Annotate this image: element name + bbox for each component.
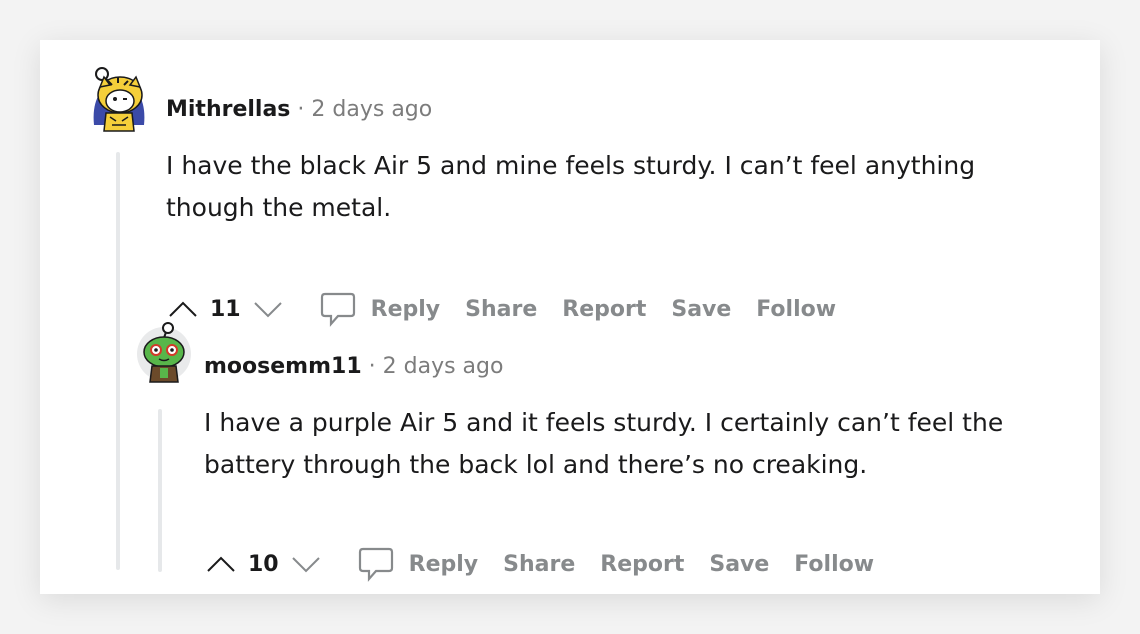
avatar[interactable] <box>134 322 192 390</box>
upvote-button[interactable] <box>166 292 200 326</box>
timestamp[interactable]: 2 days ago <box>383 354 504 379</box>
comment-card: Mithrellas · 2 days ago I have the black… <box>40 40 1100 594</box>
comment-moosemm11: moosemm11 · 2 days ago I have a purple A… <box>134 322 1054 582</box>
timestamp[interactable]: 2 days ago <box>311 97 432 122</box>
reply-button[interactable]: Reply <box>409 552 479 577</box>
downvote-icon <box>291 557 320 573</box>
username[interactable]: Mithrellas <box>166 97 290 122</box>
reply-bubble-icon[interactable] <box>357 545 395 583</box>
vote-score: 10 <box>248 551 279 577</box>
upvote-icon <box>207 556 235 572</box>
separator-dot: · <box>368 354 376 379</box>
downvote-icon <box>253 302 282 318</box>
report-button[interactable]: Report <box>562 297 646 322</box>
upvote-icon <box>169 301 197 317</box>
downvote-button[interactable] <box>289 547 323 581</box>
downvote-button[interactable] <box>251 292 285 326</box>
thread-line[interactable] <box>116 152 120 570</box>
avatar[interactable] <box>90 65 148 133</box>
save-button[interactable]: Save <box>671 297 731 322</box>
reply-button[interactable]: Reply <box>371 297 441 322</box>
action-bar: 10 Reply Share Report Save Follow <box>204 544 899 584</box>
username[interactable]: moosemm11 <box>204 354 362 379</box>
share-button[interactable]: Share <box>465 297 537 322</box>
comment-meta: moosemm11 · 2 days ago <box>204 354 503 379</box>
thread-line[interactable] <box>158 409 162 572</box>
save-button[interactable]: Save <box>709 552 769 577</box>
comment-body: I have a purple Air 5 and it feels sturd… <box>204 408 1004 479</box>
share-button[interactable]: Share <box>503 552 575 577</box>
follow-button[interactable]: Follow <box>794 552 874 577</box>
comment-meta: Mithrellas · 2 days ago <box>166 97 432 122</box>
comment-body: I have the black Air 5 and mine feels st… <box>166 151 976 222</box>
upvote-button[interactable] <box>204 547 238 581</box>
separator-dot: · <box>297 97 305 122</box>
report-button[interactable]: Report <box>600 552 684 577</box>
vote-score: 11 <box>210 296 241 322</box>
follow-button[interactable]: Follow <box>756 297 836 322</box>
